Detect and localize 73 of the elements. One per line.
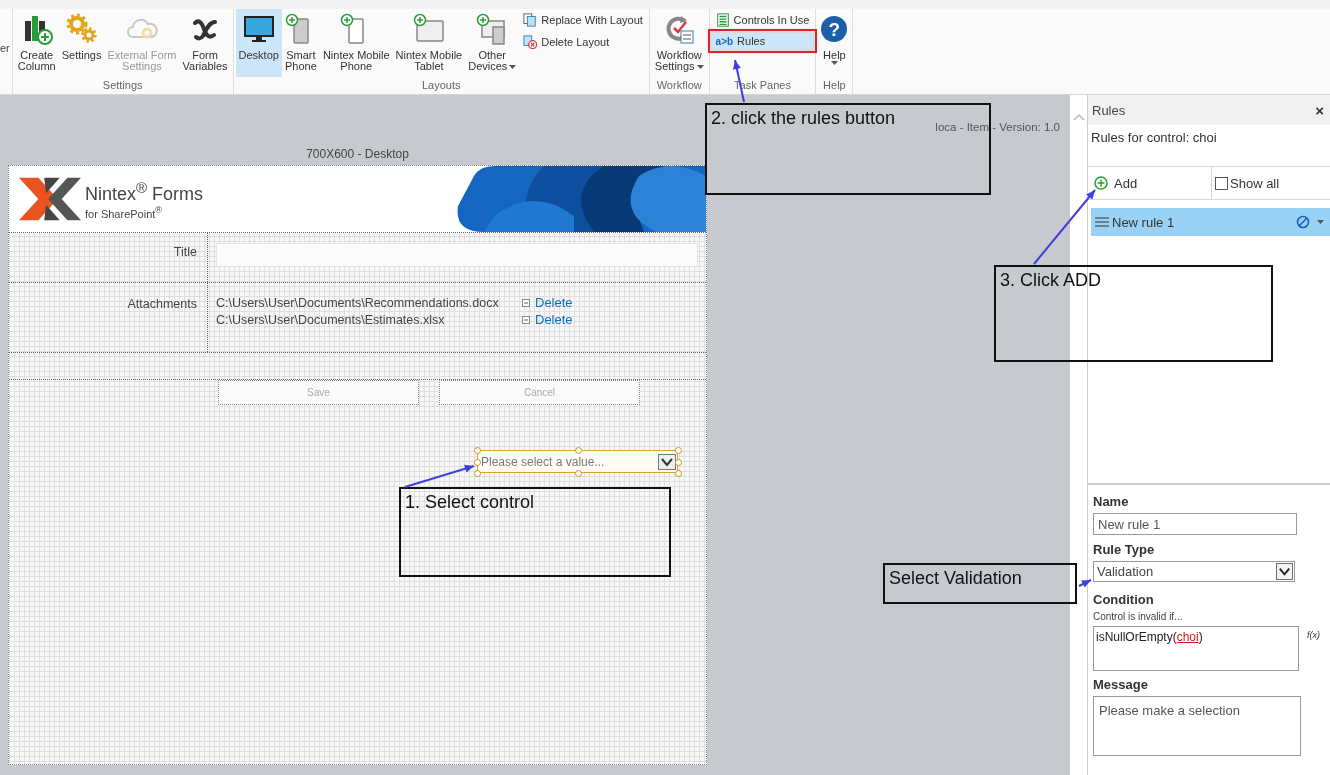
close-button[interactable]: × [1315,101,1324,119]
name-field[interactable]: New rule 1 [1093,513,1297,535]
caret-icon [1317,220,1324,224]
message-label: Message [1093,677,1148,692]
checkbox[interactable] [1215,176,1228,190]
caret-icon [696,64,704,69]
logo-subtitle: for SharePoint$^{®}$ [85,204,164,220]
group-label: Workflow [655,78,703,93]
panel-title: Rules [1092,102,1126,118]
prohibited-icon [1296,215,1310,229]
ribbon-button[interactable]: Settings [58,9,105,77]
delete-link[interactable]: Delete [535,312,573,327]
rule-type-label: Rule Type [1093,542,1155,557]
ribbon-button[interactable]: Workflow Settings [651,9,707,77]
ribbon-button[interactable]: ? Help [818,9,851,77]
logo-title: Nintex$^{®}$ Forms [85,178,204,205]
layout-caption: 700X600 - Desktop [305,146,410,163]
ribbon-button[interactable]: Smart Phone [281,9,320,77]
group-label: Layouts [420,78,462,93]
version-text: loca - Item - Version: 1.0 [935,121,1060,133]
rule-item[interactable]: New rule 1 [1091,208,1330,236]
list-icon [715,13,730,27]
group-label: Settings [101,78,144,93]
show-all-checkbox[interactable]: Show all [1212,167,1280,199]
logo-icon [19,177,81,221]
name-label: Name [1093,494,1129,509]
annotation-box: Select Validation [883,563,1077,604]
select-field[interactable]: Please select a value... [477,450,678,473]
group-label: Help [822,78,847,93]
ribbon-button[interactable]: Controls In Use [711,11,814,29]
ribbon-button[interactable]: Desktop [235,9,282,77]
ribbon-button[interactable]: Other Devices [465,9,520,77]
message-field[interactable]: Please make a selection [1093,696,1301,756]
resize-handle[interactable] [574,470,582,477]
ribbon-button[interactable]: Nintex Mobile Phone [319,9,393,77]
attachment-path: C:\Users\User\Documents\Recommendations.docx [216,295,500,310]
ribbon-button[interactable]: Form Variables [179,9,231,77]
annotation-box: 1. Select control [399,487,671,577]
condition-field[interactable]: isNullOrEmpty(choi) [1093,626,1299,671]
gears-icon [65,13,98,45]
ribbon-button[interactable]: Delete Layout [519,33,647,51]
caret-icon [830,61,838,65]
annotation-box: 3. Click ADD [994,265,1273,362]
delete-icon [522,315,530,324]
delete-icon [522,298,530,307]
tablet-icon [412,13,445,45]
field-label: Title [173,245,197,259]
monitor-icon [242,13,275,45]
field-label: Attachments [127,297,197,311]
condition-hint: Control is invalid if... [1093,611,1183,622]
rule-type-select[interactable]: Validation [1093,561,1295,582]
add-icon [1094,176,1108,190]
caret-icon [509,64,517,69]
arrow [1078,579,1092,588]
help-icon: ? [821,16,848,42]
resize-handle[interactable] [574,447,582,454]
delete-link[interactable]: Delete [535,295,573,310]
ribbon-button[interactable]: Replace With Layout [519,11,647,29]
ribbon-label[interactable]: er [0,42,10,54]
delete-page-icon [523,35,538,49]
ribbon-button[interactable]: Create Column [14,9,59,77]
panel-subtitle: Rules for control: choi [1091,130,1217,145]
chevron-icon [658,453,676,470]
chevron-icon [1276,563,1293,580]
arrow [404,464,475,488]
pages-icon [523,13,538,27]
chevron-up-icon[interactable] [1072,113,1085,121]
drag-handle-icon [1095,217,1109,227]
attachment-path: C:\Users\User\Documents\Estimates.xlsx [216,312,446,327]
ribbon-button[interactable]: Nintex Mobile Tablet [392,9,466,77]
condition-label: Condition [1093,592,1154,607]
title-field[interactable] [216,243,698,267]
formula-button[interactable]: f(x) [1307,626,1320,671]
